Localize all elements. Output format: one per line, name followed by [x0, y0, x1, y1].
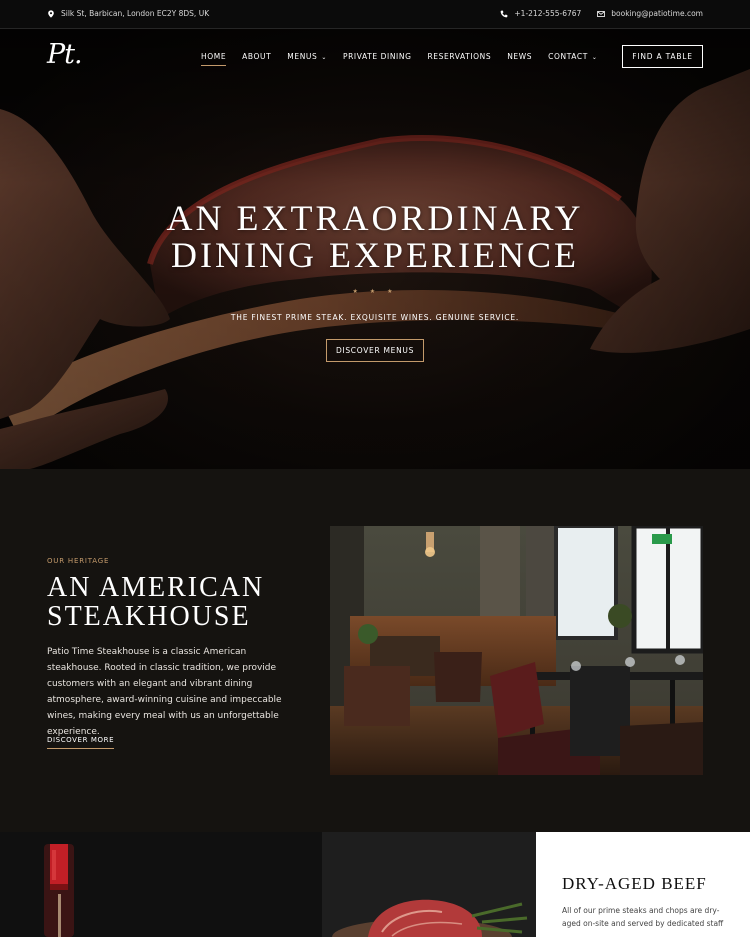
features-row: DRY-AGED BEEF All of our prime steaks an… [0, 832, 750, 937]
section-title-line2: STEAKHOUSE [47, 601, 251, 632]
heritage-section: OUR HERITAGE AN AMERICAN STEAKHOUSE Pati… [0, 469, 750, 832]
main-navigation: Pt. HOME ABOUT MENUS ⌄ PRIVATE DINING RES… [0, 29, 750, 83]
map-pin-icon [48, 9, 54, 18]
email-text: booking@patiotime.com [611, 9, 703, 18]
hero-stars: ★ ★ ★ [352, 288, 398, 295]
nav-item-label: ABOUT [242, 52, 272, 61]
chevron-down-icon: ⌄ [591, 54, 598, 61]
nav-item-home[interactable]: HOME [201, 52, 227, 66]
address-info: Silk St, Barbican, London EC2Y 8DS, UK [47, 9, 209, 18]
feature-text: All of our prime steaks and chops are dr… [562, 906, 724, 928]
section-eyebrow: OUR HERITAGE [47, 557, 110, 565]
dry-aged-beef-image [322, 832, 536, 937]
feature-title: DRY-AGED BEEF [562, 874, 707, 893]
section-title: AN AMERICAN STEAKHOUSE [47, 573, 264, 631]
logo[interactable]: Pt. [47, 39, 83, 70]
phone-link[interactable]: +1-212-555-6767 [500, 9, 581, 18]
section-title-line1: AN AMERICAN [47, 572, 265, 603]
nav-item-reservations[interactable]: RESERVATIONS [427, 52, 491, 61]
hero-title: AN EXTRAORDINARY DINING EXPERIENCE [0, 200, 750, 274]
nav-item-menus[interactable]: MENUS ⌄ [287, 52, 327, 61]
discover-menus-button[interactable]: DISCOVER MENUS [326, 339, 424, 362]
section-text: Patio Time Steakhouse is a classic Ameri… [47, 647, 282, 737]
nav-item-label: HOME [201, 52, 227, 61]
nav-item-label: NEWS [507, 52, 533, 61]
nav-item-contact[interactable]: CONTACT ⌄ [548, 52, 597, 61]
discover-more-link[interactable]: DISCOVER MORE [47, 736, 115, 749]
feature-card: DRY-AGED BEEF All of our prime steaks an… [536, 832, 750, 937]
nav-item-label: MENUS [287, 52, 318, 61]
phone-text: +1-212-555-6767 [514, 9, 582, 18]
email-link[interactable]: booking@patiotime.com [597, 9, 703, 18]
chevron-down-icon: ⌄ [321, 54, 327, 61]
nav-item-about[interactable]: ABOUT [242, 52, 271, 61]
nav-menu: HOME ABOUT MENUS ⌄ PRIVATE DINING RESERVA… [201, 52, 598, 66]
nav-item-news[interactable]: NEWS [507, 52, 532, 61]
nav-item-label: CONTACT [548, 52, 588, 61]
hero-title-line2: DINING EXPERIENCE [171, 235, 579, 275]
hero-title-line1: AN EXTRAORDINARY [166, 198, 584, 238]
mail-icon [597, 10, 606, 17]
nav-item-private-dining[interactable]: PRIVATE DINING [343, 52, 411, 61]
hero-tagline: THE FINEST PRIME STEAK. EXQUISITE WINES.… [230, 313, 520, 322]
find-a-table-button[interactable]: FIND A TABLE [622, 45, 703, 68]
restaurant-interior-image [330, 526, 703, 775]
nav-item-label: PRIVATE DINING [343, 52, 412, 61]
nav-item-label: RESERVATIONS [427, 52, 492, 61]
wine-bottle-image [0, 832, 322, 937]
top-info-bar: Silk St, Barbican, London EC2Y 8DS, UK +… [0, 0, 750, 29]
phone-icon [501, 10, 508, 17]
address-text: Silk St, Barbican, London EC2Y 8DS, UK [61, 9, 210, 18]
